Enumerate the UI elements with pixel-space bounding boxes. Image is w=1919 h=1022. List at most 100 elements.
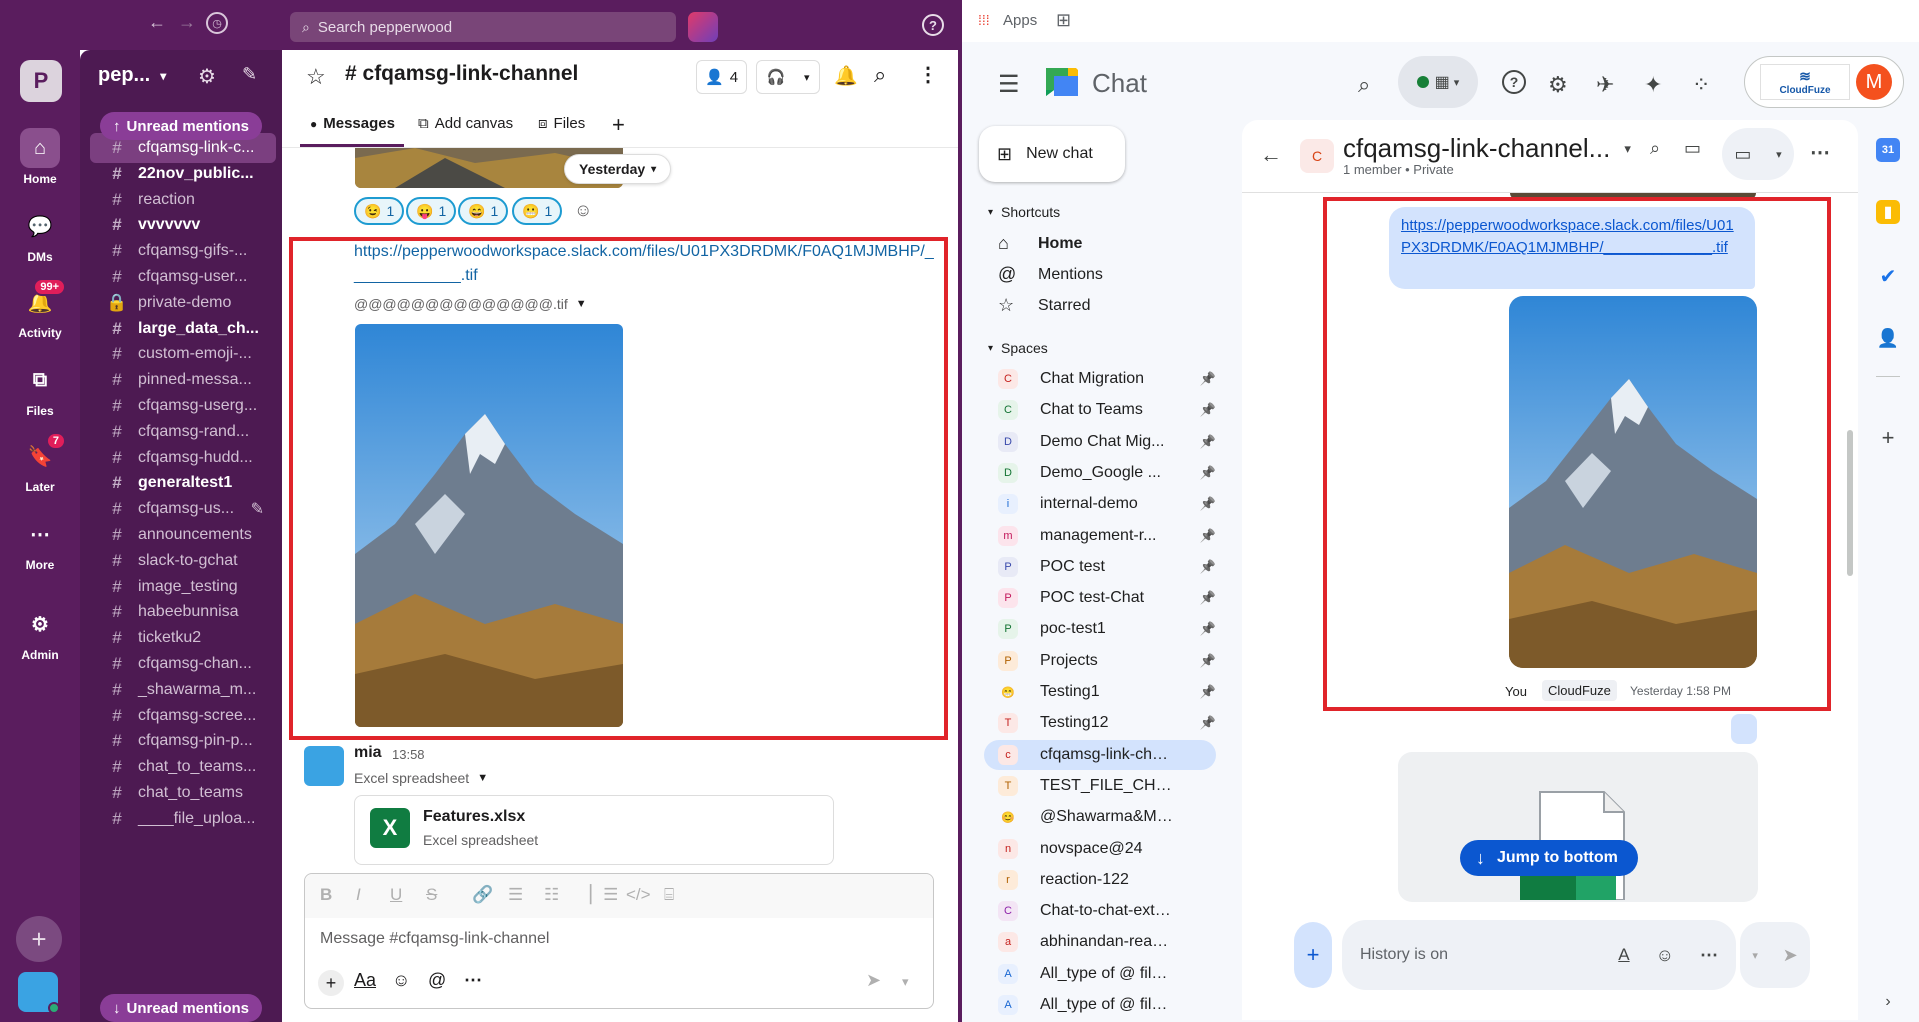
apps-bookmark[interactable]: Apps xyxy=(1003,12,1037,29)
emoji-icon[interactable]: ☺ xyxy=(1656,945,1674,966)
date-divider[interactable]: Yesterday ▾ xyxy=(564,154,672,184)
more-horizontal-icon[interactable]: ⋯ xyxy=(464,970,482,991)
tasks-app-icon[interactable]: ✔ xyxy=(1876,264,1900,288)
avatar[interactable] xyxy=(304,746,344,786)
formatting-icon[interactable]: Aa xyxy=(354,970,376,991)
pin-icon[interactable]: 📌 xyxy=(1200,371,1216,387)
add-app-icon[interactable]: + xyxy=(1876,425,1900,450)
app-logo-icon[interactable] xyxy=(688,12,718,42)
message-time[interactable]: 13:58 xyxy=(392,747,425,762)
space-item[interactable]: C Chat Migration 📌 xyxy=(998,364,1216,394)
space-item[interactable]: P Projects 📌 xyxy=(998,646,1216,676)
forward-arrow-icon[interactable]: → xyxy=(178,12,196,33)
ordered-list-icon[interactable]: ☰ xyxy=(508,885,523,905)
message-input[interactable]: History is on A ☺ ⋯ xyxy=(1342,920,1736,990)
reaction-pill[interactable]: 😄 1 xyxy=(458,197,509,225)
rail-item-more[interactable]: ⋯ More xyxy=(0,514,80,573)
space-item[interactable]: n novspace@24 xyxy=(998,834,1216,864)
add-workspace-button[interactable]: + xyxy=(16,916,62,962)
format-text-icon[interactable]: A xyxy=(1618,945,1629,965)
space-item[interactable]: a abhinandan-reactio... xyxy=(998,927,1216,957)
search-icon[interactable]: ⌕ xyxy=(874,62,886,88)
tab-messages[interactable]: ● Messages xyxy=(310,115,395,132)
star-icon[interactable]: ☆ xyxy=(306,64,326,90)
space-item[interactable]: C Chat-to-chat-exter... xyxy=(998,896,1216,926)
chevron-right-icon[interactable]: › xyxy=(1876,990,1900,1014)
unread-mentions-bottom[interactable]: ↓ Unread mentions xyxy=(100,994,262,1022)
mention-icon[interactable]: @ xyxy=(428,970,446,991)
status-selector[interactable]: ▦ ▾ xyxy=(1398,56,1478,108)
pin-icon[interactable]: 📌 xyxy=(1200,715,1216,731)
slack-search-bar[interactable]: ⌕ Search pepperwood xyxy=(290,12,676,42)
gemini-sparkle-icon[interactable]: ✦ xyxy=(1644,72,1662,98)
settings-icon[interactable]: ⚙ xyxy=(1548,72,1568,98)
space-title[interactable]: cfqamsg-link-channel... ▾ xyxy=(1343,133,1631,164)
channel-title[interactable]: # cfqamsg-link-channel xyxy=(345,62,578,86)
account-avatar[interactable]: M xyxy=(1856,64,1892,100)
space-item[interactable]: P POC test 📌 xyxy=(998,552,1216,582)
apps-script-icon[interactable]: ✈ xyxy=(1596,72,1614,98)
strikethrough-icon[interactable]: S xyxy=(426,885,437,905)
google-apps-icon[interactable]: ⁘ xyxy=(1692,72,1710,98)
space-item[interactable]: P POC test-Chat 📌 xyxy=(998,583,1216,613)
space-item[interactable]: C Chat to Teams 📌 xyxy=(998,395,1216,425)
pin-icon[interactable]: 📌 xyxy=(1200,496,1216,512)
apps-grid-icon[interactable]: ⁞⁞⁞ xyxy=(978,12,990,28)
code-icon[interactable]: </> xyxy=(626,885,651,905)
space-item[interactable]: c cfqamsg-link-chan... xyxy=(984,739,1216,770)
bold-icon[interactable]: B xyxy=(320,885,332,905)
code-block-icon[interactable]: ⌸ xyxy=(664,885,674,905)
pin-icon[interactable]: 📌 xyxy=(1200,465,1216,481)
pin-icon[interactable]: 📌 xyxy=(1200,684,1216,700)
unread-mentions-top[interactable]: ↑ Unread mentions xyxy=(100,112,262,140)
space-item[interactable]: 😁 Testing1 📌 xyxy=(998,677,1216,707)
huddle-button[interactable]: 🎧 ▾ xyxy=(756,60,820,94)
add-tab-icon[interactable]: + xyxy=(612,112,625,138)
calendar-app-icon[interactable]: 31 xyxy=(1876,138,1900,162)
tab-groups-icon[interactable]: ⊞ xyxy=(1056,10,1071,31)
back-arrow-icon[interactable]: ← xyxy=(148,12,166,33)
rail-item-activity[interactable]: 🔔 99+ Activity xyxy=(0,278,80,340)
pin-icon[interactable]: 📌 xyxy=(1200,528,1216,544)
file-type-label[interactable]: Excel spreadsheet ▼ xyxy=(354,770,488,786)
search-icon[interactable]: ⌕ xyxy=(1358,72,1370,98)
space-item[interactable]: r reaction-122 xyxy=(998,865,1216,895)
send-options-chevron-icon[interactable]: ▾ xyxy=(902,974,909,990)
space-item[interactable]: 😊 @Shawarma&Momos xyxy=(998,802,1216,832)
italic-icon[interactable]: I xyxy=(356,885,361,905)
keep-app-icon[interactable]: ▮ xyxy=(1876,200,1900,224)
composer-input[interactable]: Message #cfqamsg-link-channel xyxy=(320,930,549,948)
scrollbar[interactable] xyxy=(1847,430,1853,576)
space-item[interactable]: Ppoc-test1 📌 xyxy=(998,614,1216,644)
pin-icon[interactable]: 📌 xyxy=(1200,434,1216,450)
tab-add-canvas[interactable]: ⧉ Add canvas xyxy=(418,115,513,132)
workspace-switcher[interactable]: P xyxy=(20,60,62,102)
message-bubble[interactable] xyxy=(1731,714,1757,744)
add-reaction-icon[interactable]: ☺ xyxy=(574,200,592,221)
search-icon[interactable]: ⌕ xyxy=(1650,138,1660,159)
shortcut-home[interactable]: ⌂ Home xyxy=(998,233,1082,254)
shortcuts-section-header[interactable]: ▾ Shortcuts xyxy=(988,204,1060,220)
rail-item-files[interactable]: ⧉ Files xyxy=(0,360,80,419)
shortcut-mentions[interactable]: @ Mentions xyxy=(998,264,1103,285)
reaction-pill[interactable]: 😬 1 xyxy=(512,197,563,225)
send-icon[interactable]: ➤ xyxy=(866,970,881,991)
pin-icon[interactable]: 📌 xyxy=(1200,653,1216,669)
notification-bell-icon[interactable]: 🔔 xyxy=(834,64,858,88)
space-item[interactable]: T Testing12 📌 xyxy=(998,708,1216,738)
shortcut-starred[interactable]: ☆ Starred xyxy=(998,295,1090,316)
space-item[interactable]: m management-r... 📌 xyxy=(998,521,1216,551)
spaces-section-header[interactable]: ▾ Spaces xyxy=(988,340,1048,356)
rail-item-dms[interactable]: 💬 DMs xyxy=(0,206,80,265)
tab-files[interactable]: ⧈ Files xyxy=(538,115,585,132)
rail-item-home[interactable]: ⌂ Home xyxy=(0,128,80,186)
blockquote-icon[interactable]: ▏☰ xyxy=(590,885,618,905)
back-arrow-icon[interactable]: ← xyxy=(1260,142,1282,168)
space-item[interactable]: i internal-demo 📌 xyxy=(998,489,1216,519)
reaction-pill[interactable]: 😉 1 xyxy=(354,197,405,225)
sidebar-channel-item[interactable]: # ____file_uploa... xyxy=(90,804,276,834)
reaction-pill[interactable]: 😛 1 xyxy=(406,197,457,225)
add-attachment-button[interactable]: + xyxy=(1294,922,1332,988)
user-avatar[interactable] xyxy=(18,972,60,1014)
workspace-name[interactable]: pep... ▾ xyxy=(98,64,166,87)
